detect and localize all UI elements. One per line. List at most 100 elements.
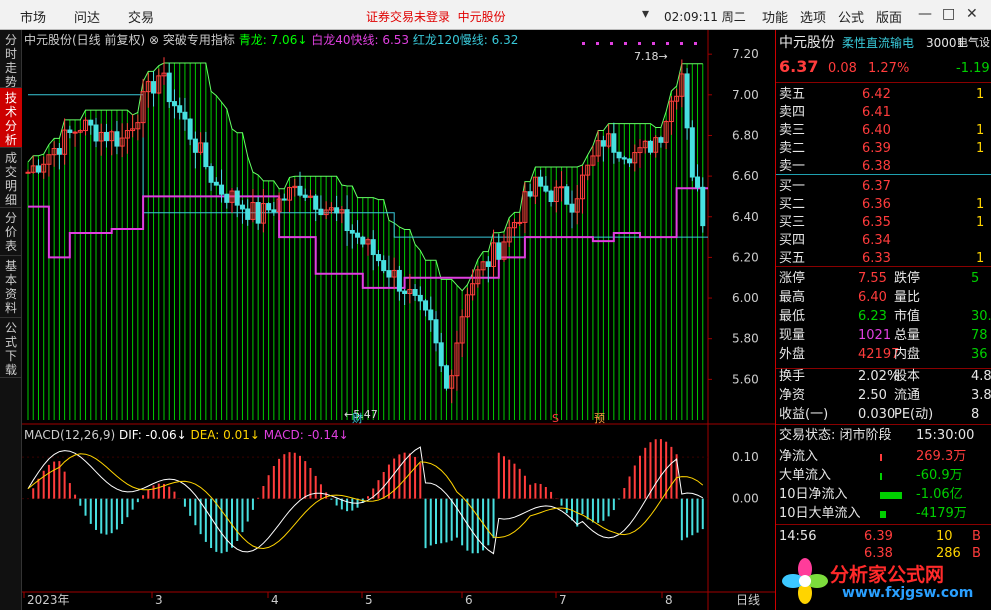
candle-body (496, 242, 502, 260)
tab-fundamentals[interactable]: 基本资料 (0, 256, 22, 318)
candle-body (171, 101, 177, 107)
macd-tick-label: 0.10 (732, 450, 759, 464)
tab-technical[interactable]: 技术分析 (0, 88, 22, 148)
stat-label: 换手 (779, 369, 806, 384)
stat-label: 涨停 (779, 271, 806, 286)
candle-body (208, 166, 214, 183)
tab-deals[interactable]: 成交明细 (0, 148, 22, 208)
last-price: 6.37 (779, 57, 819, 76)
maximize-icon[interactable]: □ (942, 6, 955, 22)
minimize-icon[interactable]: — (918, 6, 932, 22)
concept-label[interactable]: 柔性直流输电 (842, 34, 914, 52)
menu-layout[interactable]: 版面 (876, 7, 902, 26)
candle-body (559, 186, 565, 189)
down-arrow-icon[interactable]: ▾ (642, 6, 649, 22)
menu-function[interactable]: 功能 (762, 7, 788, 26)
candle-body (192, 138, 198, 153)
signal-dot (582, 42, 585, 45)
menu-options[interactable]: 选项 (800, 7, 826, 26)
menu-formula[interactable]: 公式 (838, 7, 864, 26)
trade-status: 交易状态: 闭市阶段 (779, 428, 892, 443)
candle-body (386, 270, 392, 278)
candle-body (56, 148, 62, 155)
candle-body (166, 72, 172, 103)
candle-body (245, 208, 251, 220)
ask-volume: 1 (976, 123, 985, 138)
bid-label: 买二 (779, 197, 806, 212)
candle-body (219, 184, 225, 195)
candle-body (114, 131, 120, 147)
event-marker: 财 (352, 411, 363, 425)
menu-market[interactable]: 市场 (20, 7, 46, 26)
bid-price: 6.37 (862, 179, 891, 194)
x-axis-label: 2023年 (27, 593, 70, 607)
menu-wenda[interactable]: 问达 (74, 7, 100, 26)
close-icon[interactable]: ✕ (966, 6, 978, 22)
candle-body (182, 111, 188, 120)
candle-body (93, 124, 99, 142)
price-tick-label: 6.20 (732, 250, 759, 264)
price-tick-label: 6.80 (732, 128, 759, 142)
bid-volume: 1 (976, 197, 985, 212)
candle-body (684, 73, 690, 129)
tab-formula-download[interactable]: 公式下载 (0, 318, 22, 378)
candle-body (396, 269, 402, 292)
stat-label: 总量 (894, 328, 921, 343)
period-label: 日线 (736, 593, 760, 607)
signal-dot (610, 42, 613, 45)
candle-body (548, 190, 554, 203)
candle-body (517, 221, 523, 224)
candle-body (349, 230, 355, 234)
x-axis-label: 4 (271, 593, 279, 607)
tab-intraday[interactable]: 分时走势 (0, 30, 22, 89)
candle-body (527, 191, 533, 197)
candle-body (297, 185, 303, 196)
candle-body (25, 171, 31, 174)
candle-body (103, 131, 109, 142)
chart-area[interactable]: 7.20 7.00 6.80 6.60 6.40 6.20 6.00 5.80 5.60 0.10… (22, 30, 775, 610)
dif-line (27, 446, 704, 555)
stat-label: 现量 (779, 328, 806, 343)
price-change: 0.08 (828, 61, 857, 76)
candle-body (417, 294, 423, 302)
bid-volume: 1 (976, 215, 985, 230)
candle-body (318, 208, 324, 216)
qinglong-line (27, 62, 703, 292)
x-axis-label: 6 (465, 593, 473, 607)
tab-price-dist[interactable]: 分价表 (0, 208, 22, 256)
candle-body (616, 151, 622, 159)
candle-body (355, 232, 361, 238)
signal-dot (680, 42, 683, 45)
candle-body (438, 342, 444, 367)
menu-trade[interactable]: 交易 (128, 7, 154, 26)
candle-body (213, 181, 219, 186)
candle-body (151, 81, 157, 94)
candle-body (255, 202, 261, 224)
candle-body (402, 290, 408, 294)
macd-legend-item: DEA: 0.01↓ (190, 428, 264, 442)
tick-side: B (972, 529, 981, 544)
candle-body (689, 127, 695, 178)
ask-price: 6.40 (862, 123, 891, 138)
candle-body (375, 254, 381, 262)
stat-label: 净资 (779, 388, 806, 403)
chart-legend: 中元股份(日线 前复权) ⊗ 突破专用指标 青龙: 7.06↓ 白龙40快线: … (24, 33, 519, 47)
kline-chart[interactable]: 7.20 7.00 6.80 6.60 6.40 6.20 6.00 5.80 5.60 0.10… (22, 30, 775, 610)
stat-label: 市值 (894, 309, 921, 324)
candle-body (187, 118, 193, 140)
stat-label: 最高 (779, 290, 806, 305)
bid-label: 买四 (779, 233, 806, 248)
price-tick-label: 6.00 (732, 291, 759, 305)
quote-panel: 中元股份 柔性直流输电 30001 电气设 6.37 0.08 1.27% -1… (775, 30, 991, 610)
stat-label: 外盘 (779, 347, 806, 362)
ask-price: 6.41 (862, 105, 891, 120)
login-notice[interactable]: 证券交易未登录 中元股份 (366, 8, 506, 25)
stock-name: 中元股份 (779, 35, 835, 51)
signal-dot (638, 42, 641, 45)
ask-label: 卖四 (779, 105, 806, 120)
macd-legend: MACD(12,26,9) DIF: -0.06↓ DEA: 0.01↓ MAC… (24, 428, 349, 442)
stat-value: 1021 (858, 328, 892, 343)
flow-bar (880, 454, 882, 461)
stat-value: 6.40 (858, 290, 887, 305)
event-marker: S (552, 412, 559, 425)
